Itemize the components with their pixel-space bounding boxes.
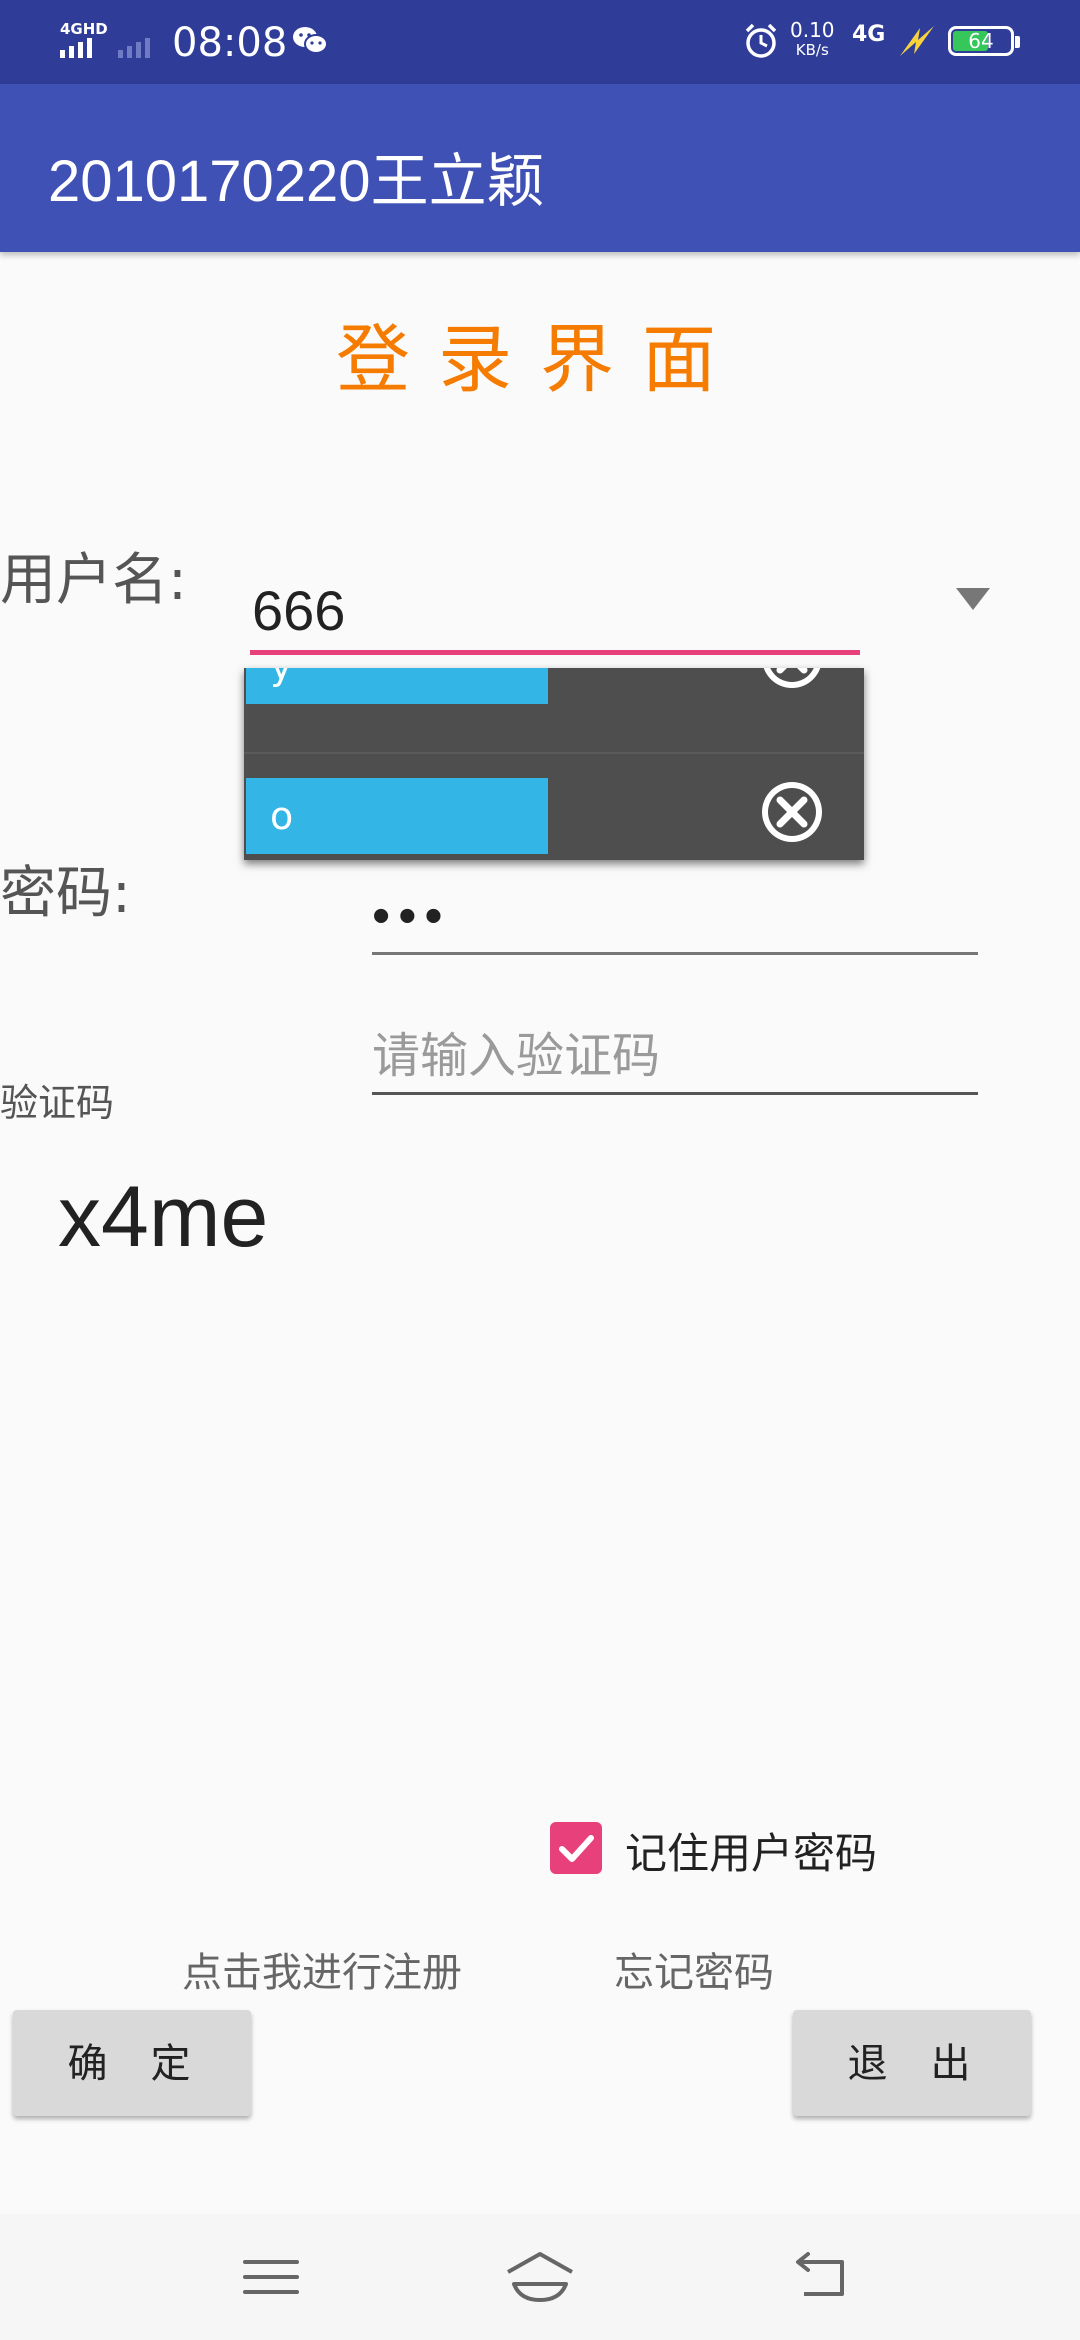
delete-icon[interactable] — [756, 668, 828, 694]
confirm-button[interactable]: 确 定 — [13, 2010, 251, 2116]
delete-icon[interactable] — [756, 776, 828, 848]
remember-checkbox[interactable] — [550, 1822, 602, 1874]
page-title: 登录界面 — [336, 317, 744, 403]
battery-level: 64 — [968, 29, 994, 53]
captcha-label: 验证码 — [0, 1081, 115, 1125]
signal-strength-icon — [60, 38, 92, 58]
net-speed: 0.10 KB/s — [790, 20, 835, 60]
app-bar: 2010170220王立颖 — [0, 84, 1080, 252]
remember-label[interactable]: 记住用户密码 — [625, 1820, 877, 1881]
app-title: 2010170220王立颖 — [48, 149, 545, 214]
username-input[interactable] — [250, 570, 860, 655]
network-label: 4GHD — [60, 20, 108, 38]
network-type: 4G — [852, 22, 886, 47]
password-label: 密码: — [0, 861, 131, 926]
dropdown-item[interactable]: y — [244, 668, 864, 730]
back-icon[interactable] — [786, 2244, 858, 2310]
dropdown-item[interactable]: o — [244, 752, 864, 860]
captcha-code[interactable]: x4me — [58, 1168, 268, 1267]
password-input[interactable] — [372, 880, 978, 955]
status-bar: 4GHD 08:08 0.10 KB/s 4G 64 — [0, 0, 1080, 84]
battery-icon: 64 — [948, 26, 1014, 56]
alarm-icon — [745, 23, 777, 58]
wechat-icon — [293, 27, 328, 54]
menu-icon[interactable] — [235, 2244, 307, 2310]
captcha-input[interactable] — [372, 1020, 978, 1095]
battery-tip — [1015, 36, 1020, 48]
net-speed-unit: KB/s — [795, 41, 829, 59]
charging-icon — [900, 26, 934, 56]
username-dropdown: y o — [244, 668, 864, 860]
exit-button[interactable]: 退 出 — [793, 2010, 1031, 2116]
signal-strength-2-icon — [118, 38, 150, 58]
register-link[interactable]: 点击我进行注册 — [182, 1940, 462, 1998]
dropdown-arrow-icon[interactable] — [956, 588, 990, 610]
net-speed-value: 0.10 — [790, 18, 835, 42]
username-label: 用户名: — [0, 548, 187, 613]
status-time: 08:08 — [172, 20, 288, 66]
dropdown-item-label[interactable]: o — [246, 778, 548, 854]
forgot-password-link[interactable]: 忘记密码 — [614, 1940, 774, 1998]
dropdown-item-label[interactable]: y — [246, 668, 548, 704]
home-icon[interactable] — [504, 2244, 576, 2310]
navigation-bar — [0, 2214, 1080, 2340]
